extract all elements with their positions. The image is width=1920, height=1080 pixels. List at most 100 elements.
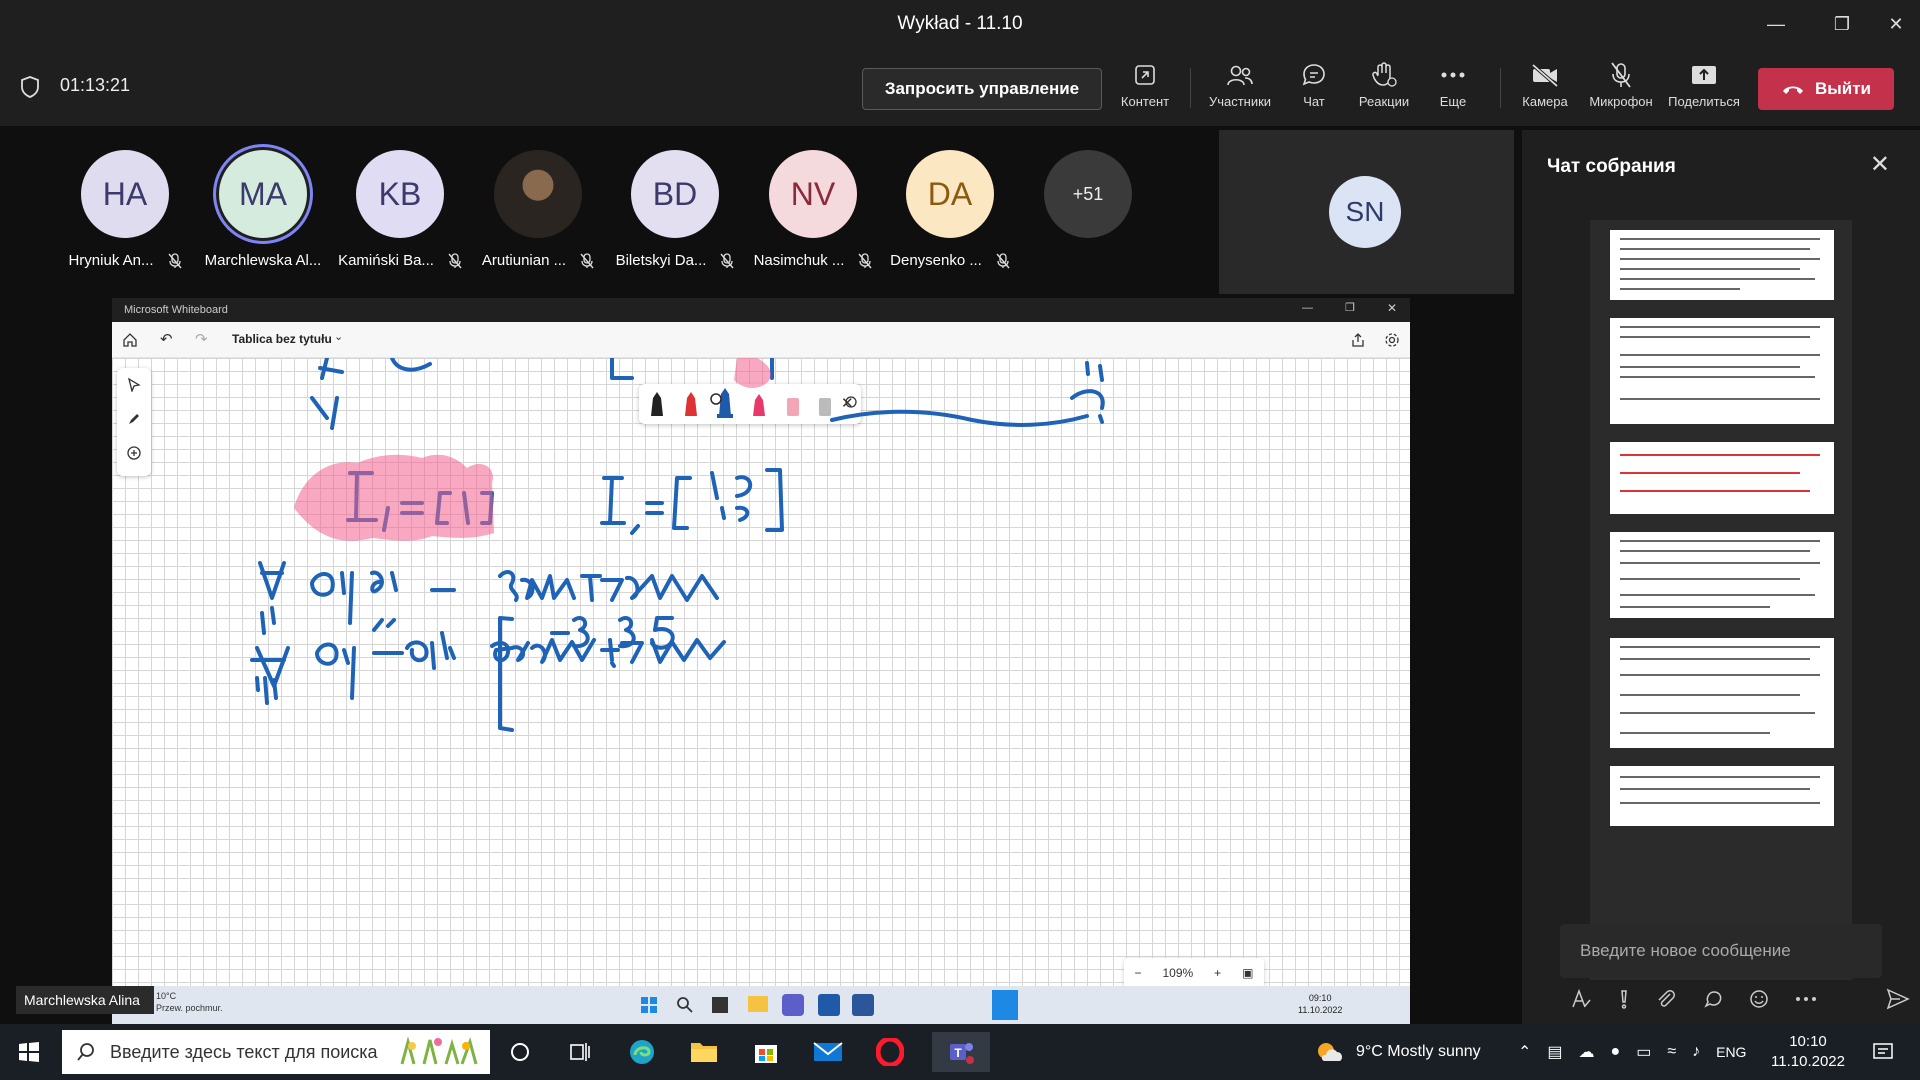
chat-image[interactable] [1610, 442, 1834, 514]
mail-icon[interactable] [808, 1032, 848, 1072]
onedrive-icon: ☁ [1578, 1044, 1595, 1061]
language-indicator[interactable]: ENG [1716, 1044, 1746, 1060]
chat-image[interactable] [1610, 230, 1834, 300]
battery-icon: ▭ [1636, 1044, 1652, 1061]
zoom-in-icon[interactable]: + [1214, 966, 1221, 980]
avatar: NV [769, 150, 857, 238]
teams-taskbar-icon[interactable]: T [932, 1032, 990, 1072]
avatar: DA [906, 150, 994, 238]
avatar: HA [81, 150, 169, 238]
chat-panel: Чат собрания ✕ [1522, 130, 1920, 1024]
tray-chevron-up-icon[interactable]: ⌃ [1518, 1042, 1531, 1062]
content-button[interactable]: Контент [1105, 60, 1185, 120]
request-control-button[interactable]: Запросить управление [862, 68, 1102, 110]
close-window-button[interactable]: ✕ [1876, 8, 1916, 40]
edge-icon[interactable] [622, 1032, 662, 1072]
camera-button[interactable]: Камера [1505, 60, 1585, 120]
more-participants-button[interactable]: +51 [1044, 150, 1132, 238]
board-name: Tablica bez tytułu [232, 332, 332, 346]
home-icon [123, 333, 137, 347]
gear-icon [1385, 333, 1399, 347]
svg-text:T: T [954, 1046, 962, 1060]
minimize-button[interactable]: — [1756, 8, 1796, 40]
chat-compose-tools [1570, 984, 1910, 1014]
wb-maximize-icon: ❐ [1345, 302, 1355, 314]
mic-muted-icon [996, 252, 1010, 268]
people-icon [1227, 65, 1253, 86]
whiteboard-toolbar: ↶ ↷ Tablica bez tytułu ⌄ [112, 322, 1410, 358]
loop-icon[interactable] [1702, 988, 1724, 1010]
chat-messages [1590, 220, 1852, 980]
chat-message-input[interactable]: Введите новое сообщение [1560, 924, 1882, 978]
taskbar-clock[interactable]: 10:10 11.10.2022 [1760, 1032, 1856, 1072]
weather-widget[interactable]: 9°C Mostly sunny [1314, 1024, 1481, 1080]
attach-icon[interactable] [1655, 988, 1677, 1010]
avatar: BD [631, 150, 719, 238]
share-content-icon [1135, 65, 1155, 85]
chat-title: Чат собрания [1547, 156, 1676, 177]
shared-clock-date: 11.10.2022 [1298, 1005, 1343, 1015]
important-icon[interactable] [1617, 988, 1631, 1010]
chat-image[interactable] [1610, 638, 1834, 748]
chat-image[interactable] [1610, 318, 1834, 424]
participant-tile[interactable]: Arutiunian ... [468, 150, 608, 269]
whiteboard-canvas[interactable]: ✕ − 109% + ▣ [112, 358, 1410, 986]
participants-button[interactable]: Участники [1200, 60, 1280, 120]
chat-image[interactable] [1610, 532, 1834, 618]
mic-muted-icon [448, 252, 462, 268]
store-icon[interactable] [746, 1032, 786, 1072]
window-title: Wykład - 11.10 [897, 13, 1023, 34]
participant-tile[interactable]: MA Marchlewska Al... [193, 150, 333, 269]
more-button[interactable]: Еще [1413, 60, 1493, 120]
wb-close-icon: ✕ [1387, 301, 1398, 315]
fit-screen-icon[interactable]: ▣ [1242, 966, 1253, 980]
close-chat-icon[interactable]: ✕ [1870, 150, 1890, 179]
participant-tile[interactable]: BD Biletskyi Da... [605, 150, 745, 269]
folder-icon [748, 996, 768, 1012]
whiteboard-app-title: Microsoft Whiteboard [124, 304, 228, 316]
camera-off-icon [1531, 63, 1559, 88]
participant-tile[interactable]: KB Kamiński Ba... [330, 150, 470, 269]
taskbar-search[interactable]: Введите здесь текст для поиска [62, 1030, 490, 1074]
wb-minimize-icon: — [1302, 302, 1313, 314]
file-explorer-icon[interactable] [684, 1032, 724, 1072]
window-title-bar: Wykład - 11.10 — ❐ ✕ [0, 0, 1920, 48]
leave-meeting-button[interactable]: Выйти [1758, 68, 1894, 110]
windows-start-icon[interactable] [18, 1041, 40, 1063]
participant-name: Nasimchuk ... [753, 252, 845, 269]
microphone-button[interactable]: Микрофон [1581, 60, 1661, 120]
chat-image[interactable] [1610, 766, 1834, 826]
task-view-icon[interactable] [560, 1032, 600, 1072]
more-options-icon[interactable] [1795, 995, 1817, 1003]
zoom-out-icon[interactable]: − [1134, 966, 1141, 980]
weather-sun-icon [1318, 1043, 1342, 1061]
clock-date: 11.10.2022 [1771, 1053, 1845, 1070]
share-screen-icon [1692, 66, 1716, 84]
shared-taskbar: 10°C Przew. pochmur. 09:10 11.10.2022 [112, 986, 1410, 1024]
chat-icon [1302, 64, 1325, 86]
send-icon[interactable] [1886, 988, 1910, 1010]
windows-start-icon [641, 997, 657, 1013]
zoom-control[interactable]: − 109% + ▣ [1124, 958, 1264, 986]
more-icon [1441, 72, 1465, 78]
participant-tile[interactable]: DA Denysenko ... [880, 150, 1020, 269]
emoji-icon[interactable] [1748, 988, 1770, 1010]
format-icon[interactable] [1570, 988, 1592, 1010]
search-highlight-image [400, 1036, 478, 1065]
reactions-button[interactable]: Реакции [1344, 60, 1424, 120]
notifications-icon[interactable] [1872, 1041, 1894, 1063]
participant-name: Hryniuk An... [68, 252, 154, 269]
participant-name: Denysenko ... [890, 252, 982, 269]
cortana-icon[interactable] [500, 1032, 540, 1072]
handwriting [250, 358, 1105, 732]
share-button[interactable]: Поделиться [1664, 60, 1744, 120]
mic-muted-icon [720, 252, 734, 268]
opera-icon[interactable] [870, 1032, 910, 1072]
participant-tile[interactable]: NV Nasimchuk ... [743, 150, 883, 269]
participant-tile[interactable]: HA Hryniuk An... [55, 150, 195, 269]
maximize-button[interactable]: ❐ [1822, 8, 1862, 40]
mic-muted-icon [858, 252, 872, 268]
redo-icon: ↷ [195, 331, 208, 348]
video-tile[interactable]: SN [1219, 130, 1514, 294]
chat-button[interactable]: Чат [1274, 60, 1354, 120]
